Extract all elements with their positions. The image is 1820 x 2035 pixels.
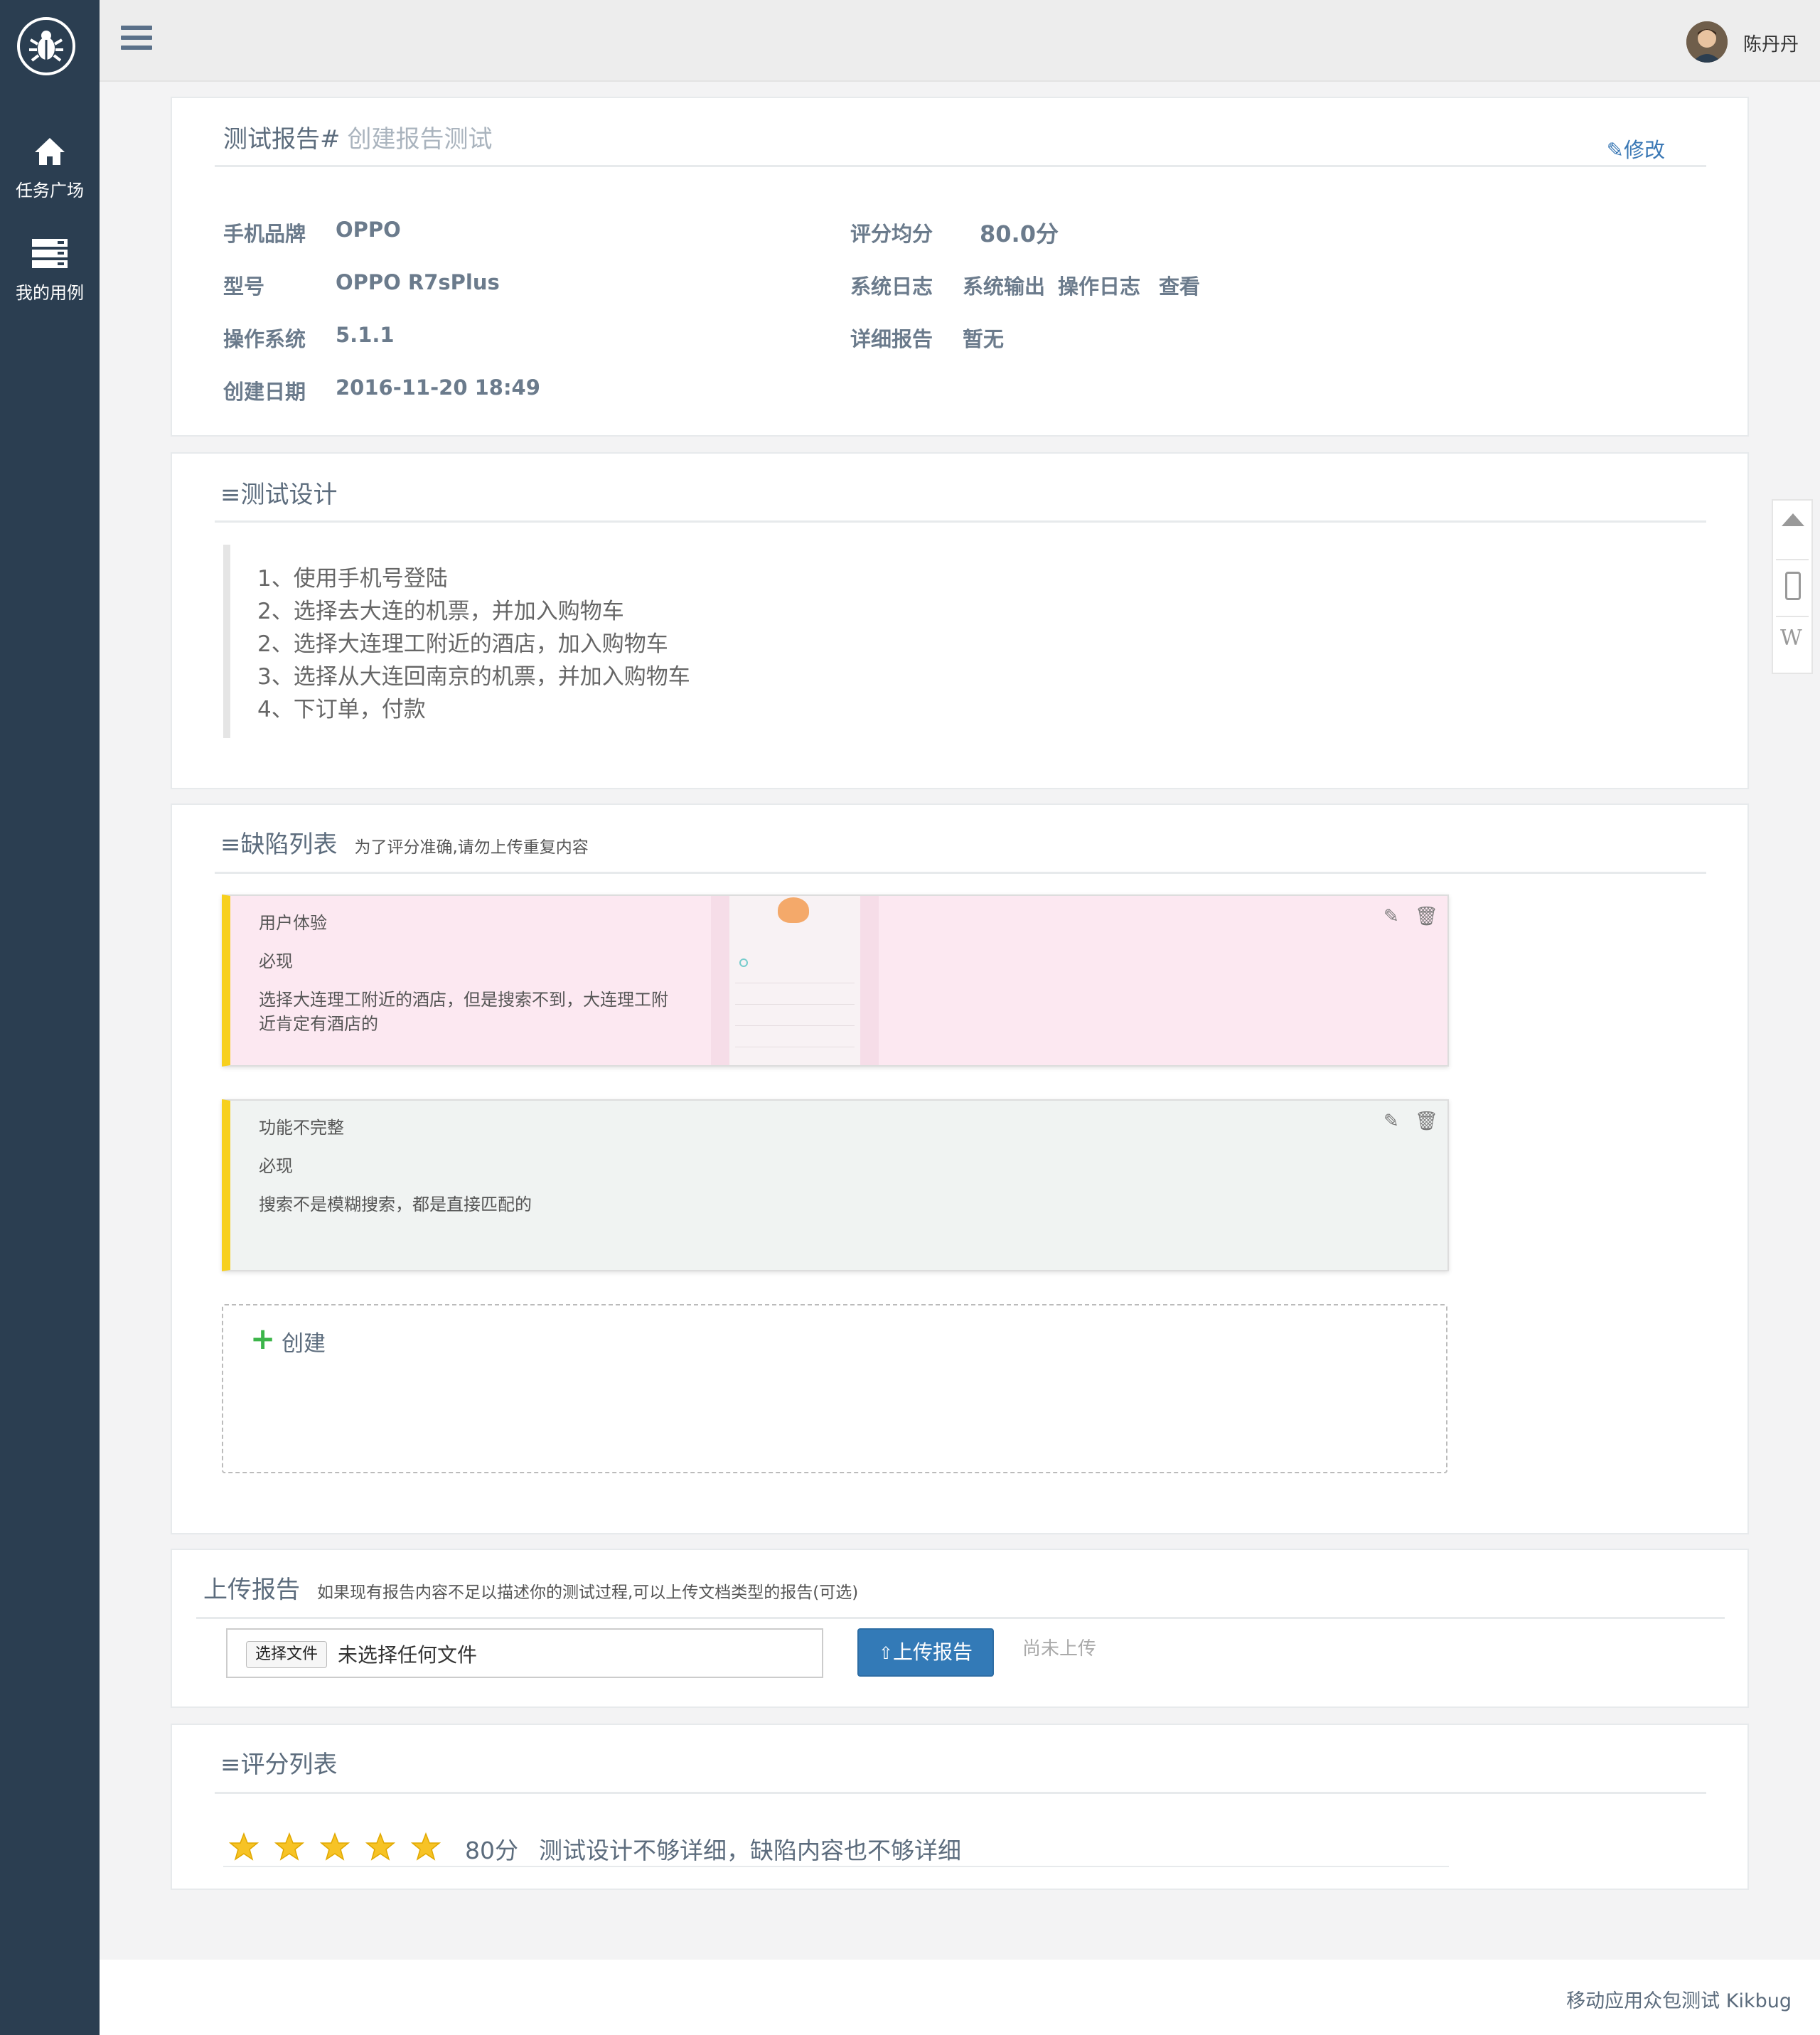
star-icon <box>320 1832 350 1861</box>
wiki-icon[interactable]: W <box>1780 626 1802 651</box>
test-design-panel: ≡测试设计 1、使用手机号登陆 2、选择去大连的机票，并加入购物车 2、选择大连… <box>171 452 1749 789</box>
edit-report-link[interactable]: ✎修改 <box>1607 134 1665 164</box>
edit-defect-icon[interactable]: ✎ <box>1383 906 1399 927</box>
divider <box>215 520 1706 523</box>
defect-description: 选择大连理工附近的酒店，但是搜索不到，大连理工附 <box>259 990 668 1010</box>
syslog-output-link[interactable]: 系统输出 <box>963 270 1045 300</box>
upload-title: 上传报告 如果现有报告内容不足以描述你的测试过程,可以上传文档类型的报告(可选) <box>203 1570 858 1605</box>
footer-text: 移动应用众包测试 Kikbug <box>1566 1990 1792 2012</box>
sidebar-item-label: 我的用例 <box>16 283 84 303</box>
mobile-icon[interactable] <box>1785 572 1801 600</box>
plus-icon: + <box>250 1321 276 1356</box>
defect-frequency: 必现 <box>259 1156 293 1176</box>
model-label: 型号 <box>223 274 265 299</box>
defect-frequency: 必现 <box>259 951 293 971</box>
design-title: ≡测试设计 <box>220 481 338 509</box>
design-step: 2、选择去大连的机票，并加入购物车 <box>257 599 624 624</box>
syslog-label: 系统日志 <box>850 274 933 299</box>
defect-card[interactable]: 用户体验 必现 选择大连理工附近的酒店，但是搜索不到，大连理工附 近肯定有酒店的… <box>222 894 1449 1067</box>
bug-logo-icon[interactable] <box>17 17 75 75</box>
model-value: OPPO R7sPlus <box>336 270 500 294</box>
design-step: 4、下订单，付款 <box>257 697 426 722</box>
os-value: 5.1.1 <box>336 323 395 347</box>
rating-title: ≡评分列表 <box>220 1751 338 1779</box>
sidebar-item-my-cases[interactable]: 我的用例 <box>0 239 100 304</box>
file-input[interactable]: 选择文件 未选择任何文件 <box>226 1628 823 1678</box>
star-icon <box>229 1832 259 1861</box>
divider <box>196 1617 1725 1619</box>
server-icon <box>0 239 100 273</box>
sidebar: 任务广场 我的用例 <box>0 0 100 2035</box>
divider <box>215 1792 1706 1794</box>
report-title: 测试报告# 创建报告测试 <box>223 119 493 154</box>
file-status: 未选择任何文件 <box>338 1643 478 1667</box>
hamburger-menu-icon[interactable] <box>121 26 152 54</box>
upload-button-label: 上传报告 <box>893 1640 973 1664</box>
defect-card[interactable]: 功能不完整 必现 搜索不是模糊搜索，都是直接匹配的 ✎ 🗑 <box>222 1099 1449 1271</box>
os-label: 操作系统 <box>223 327 306 351</box>
create-label: 创建 <box>282 1331 326 1357</box>
score-value: 80.0分 <box>980 220 1059 247</box>
defect-description-cont: 近肯定有酒店的 <box>259 1014 378 1034</box>
sidebar-item-label: 任务广场 <box>16 181 84 201</box>
score-label: 评分均分 <box>850 222 933 246</box>
date-value: 2016-11-20 18:49 <box>336 375 540 400</box>
upload-report-button[interactable]: ⇧上传报告 <box>857 1628 994 1677</box>
rating-list-panel: ≡评分列表 80分 测试设计不够详细，缺陷内容也不够详细 <box>171 1724 1749 1890</box>
defect-category: 用户体验 <box>259 913 327 933</box>
rating-comment: 测试设计不够详细，缺陷内容也不够详细 <box>539 1837 961 1864</box>
report-title-prefix: 测试报告# <box>223 125 341 154</box>
upload-subtitle: 如果现有报告内容不足以描述你的测试过程,可以上传文档类型的报告(可选) <box>317 1583 859 1602</box>
top-navbar: 陈丹丹 <box>100 0 1820 82</box>
design-step: 3、选择从大连回南京的机票，并加入购物车 <box>257 664 690 690</box>
upload-title-text: 上传报告 <box>203 1576 300 1604</box>
choose-file-button[interactable]: 选择文件 <box>246 1641 328 1668</box>
footer: 移动应用众包测试 Kikbug <box>100 1960 1820 2035</box>
upload-report-panel: 上传报告 如果现有报告内容不足以描述你的测试过程,可以上传文档类型的报告(可选) … <box>171 1549 1749 1708</box>
defect-description: 搜索不是模糊搜索，都是直接匹配的 <box>259 1195 532 1214</box>
upload-circle-icon: ⇧ <box>878 1643 894 1663</box>
delete-defect-icon[interactable]: 🗑 <box>1415 906 1438 927</box>
brand-value: OPPO <box>336 218 401 242</box>
view-log-link[interactable]: 查看 <box>1159 270 1200 300</box>
operation-log-link[interactable]: 操作日志 <box>1058 270 1140 300</box>
brand-label: 手机品牌 <box>223 222 306 246</box>
blockquote-bar <box>223 545 230 738</box>
delete-defect-icon[interactable]: 🗑 <box>1415 1111 1438 1132</box>
star-icon <box>411 1832 441 1861</box>
edit-defect-icon[interactable]: ✎ <box>1383 1111 1399 1132</box>
defect-subtitle: 为了评分准确,请勿上传重复内容 <box>354 838 589 857</box>
create-defect-box[interactable]: + 创建 <box>222 1304 1447 1473</box>
upload-status: 尚未上传 <box>1022 1638 1097 1660</box>
divider <box>215 872 1706 874</box>
defect-title-text: ≡缺陷列表 <box>220 830 338 859</box>
design-step: 1、使用手机号登陆 <box>257 566 448 592</box>
sidebar-item-task-square[interactable]: 任务广场 <box>0 137 100 201</box>
detail-label: 详细报告 <box>850 327 933 351</box>
design-step: 2、选择大连理工附近的酒店，加入购物车 <box>257 631 668 657</box>
edit-label: 修改 <box>1623 138 1665 162</box>
defect-list-title: ≡缺陷列表 为了评分准确,请勿上传重复内容 <box>220 825 589 860</box>
side-toolbar: W <box>1772 499 1813 674</box>
edit-icon: ✎ <box>1606 138 1624 162</box>
rating-score: 80分 <box>465 1837 518 1864</box>
username[interactable]: 陈丹丹 <box>1743 30 1799 56</box>
star-icon <box>365 1832 395 1861</box>
avatar[interactable] <box>1686 21 1728 63</box>
report-title-name: 创建报告测试 <box>347 125 493 154</box>
home-icon <box>0 137 100 171</box>
defect-screenshot-thumbnail[interactable] <box>711 896 879 1065</box>
divider <box>223 1866 1449 1867</box>
scroll-to-top-icon[interactable] <box>1782 513 1804 526</box>
date-label: 创建日期 <box>223 380 306 404</box>
detail-value: 暂无 <box>963 327 1005 351</box>
star-icon <box>274 1832 304 1861</box>
divider <box>215 165 1706 167</box>
defect-category: 功能不完整 <box>259 1118 344 1138</box>
defect-list-panel: ≡缺陷列表 为了评分准确,请勿上传重复内容 用户体验 必现 选择大连理工附近的酒店… <box>171 803 1749 1534</box>
report-info-panel: 测试报告# 创建报告测试 ✎修改 手机品牌 OPPO 型号 OPPO R7sPlu… <box>171 97 1749 437</box>
